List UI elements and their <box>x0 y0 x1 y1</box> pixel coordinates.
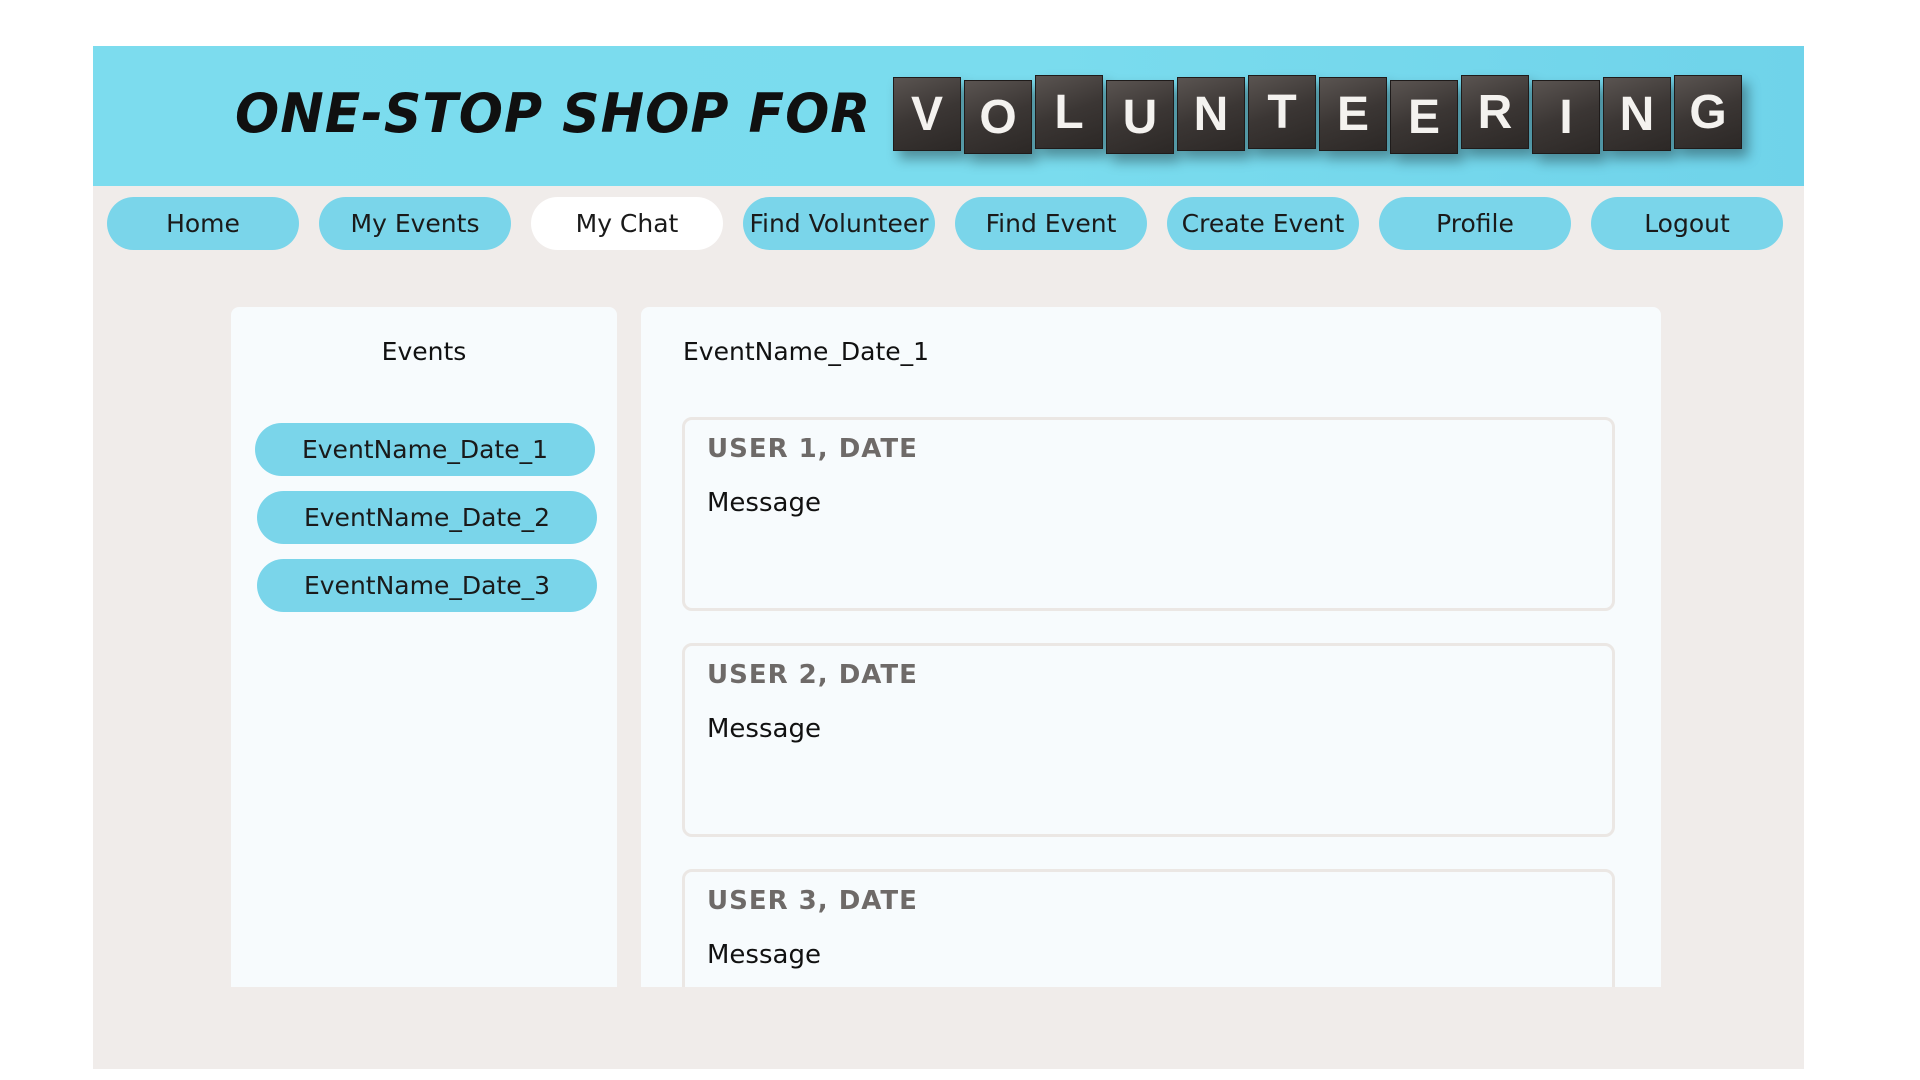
letter-tile: E <box>1390 80 1458 154</box>
message-author: USER 2, DATE <box>707 660 918 690</box>
letter-tile: V <box>893 77 961 151</box>
events-heading: Events <box>381 337 467 366</box>
letter-tile: O <box>964 80 1032 154</box>
nav-my-chat-button[interactable]: My Chat <box>531 197 723 250</box>
event-item[interactable]: EventName_Date_1 <box>255 423 595 476</box>
nav-logout-button[interactable]: Logout <box>1591 197 1783 250</box>
letter-tile: U <box>1106 80 1174 154</box>
event-item[interactable]: EventName_Date_3 <box>257 559 597 612</box>
letter-tile: G <box>1674 75 1742 149</box>
message-text: Message <box>707 940 821 970</box>
chat-message: USER 3, DATE Message <box>682 869 1615 987</box>
letter-tile: R <box>1461 75 1529 149</box>
site-title: ONE-STOP SHOP FOR <box>235 82 872 146</box>
chat-panel: EventName_Date_1 USER 1, DATE Message US… <box>641 307 1661 987</box>
app-frame: ONE-STOP SHOP FOR V O L U N T E E R I N … <box>93 46 1804 1069</box>
message-text: Message <box>707 714 821 744</box>
letter-tile: I <box>1532 80 1600 154</box>
message-author: USER 3, DATE <box>707 886 918 916</box>
message-author: USER 1, DATE <box>707 434 918 464</box>
letter-tile: T <box>1248 75 1316 149</box>
chat-message: USER 2, DATE Message <box>682 643 1615 837</box>
header-banner: ONE-STOP SHOP FOR V O L U N T E E R I N … <box>93 46 1804 186</box>
nav-home-button[interactable]: Home <box>107 197 299 250</box>
letter-tile: N <box>1603 77 1671 151</box>
event-item[interactable]: EventName_Date_2 <box>257 491 597 544</box>
letter-tile: L <box>1035 75 1103 149</box>
chat-title: EventName_Date_1 <box>683 337 930 366</box>
nav-create-event-button[interactable]: Create Event <box>1167 197 1359 250</box>
letter-tile: E <box>1319 77 1387 151</box>
message-text: Message <box>707 488 821 518</box>
nav-my-events-button[interactable]: My Events <box>319 197 511 250</box>
main-nav: Home My Events My Chat Find Volunteer Fi… <box>107 197 1783 250</box>
nav-find-event-button[interactable]: Find Event <box>955 197 1147 250</box>
letter-tile: N <box>1177 77 1245 151</box>
nav-find-volunteer-button[interactable]: Find Volunteer <box>743 197 935 250</box>
chat-message: USER 1, DATE Message <box>682 417 1615 611</box>
events-panel: Events EventName_Date_1 EventName_Date_2… <box>231 307 617 987</box>
nav-profile-button[interactable]: Profile <box>1379 197 1571 250</box>
volunteering-logo: V O L U N T E E R I N G <box>893 75 1742 159</box>
